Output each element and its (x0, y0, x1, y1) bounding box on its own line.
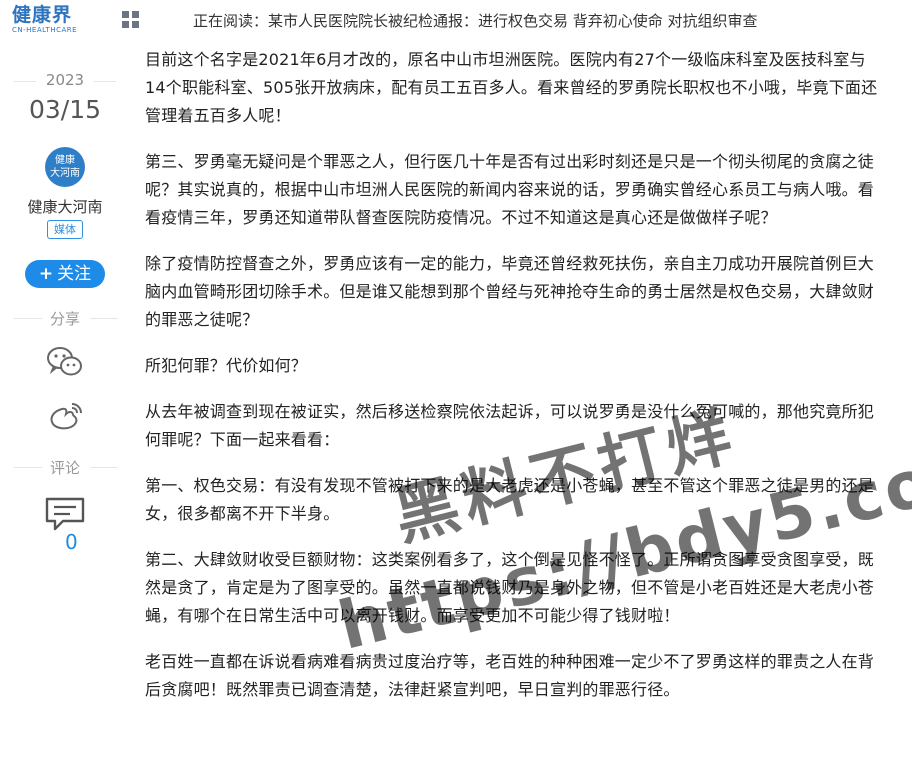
article-paragraph: 从去年被调查到现在被证实，然后移送检察院依法起诉，可以说罗勇是没什么冤可喊的，那… (145, 402, 875, 449)
article-paragraph: 第三、罗勇毫无疑问是个罪恶之人，但行医几十年是否有过出彩时刻还是只是一个彻头彻尾… (145, 152, 875, 227)
now-reading-bar: 正在阅读：某市人民医院院长被纪检通报：进行权色交易 背弃初心使命 对抗组织审查 (193, 10, 758, 31)
comment-label: 评论 (49, 459, 80, 477)
wechat-share-icon[interactable] (46, 345, 84, 379)
weibo-share-icon[interactable] (48, 400, 84, 432)
share-label: 分享 (49, 310, 80, 328)
publish-month-day: 03/15 (28, 95, 102, 124)
article-paragraph: 第一、权色交易：有没有发现不管被打下来的是大老虎还是小苍蝇，甚至不管这个罪恶之徒… (145, 476, 875, 523)
logo-sub-text: CN-HEALTHCARE (12, 26, 78, 34)
author-name[interactable]: 健康大河南 (0, 196, 130, 217)
comment-count[interactable]: 0 (65, 530, 78, 554)
comment-icon[interactable] (43, 495, 87, 535)
article-paragraph: 老百姓一直都在诉说看病难看病贵过度治疗等，老百姓的种种困难一定少不了罗勇这样的罪… (145, 652, 875, 699)
plus-icon: + (38, 264, 54, 284)
media-badge: 媒体 (47, 220, 83, 239)
avatar-text-bottom: 大河南 (50, 168, 80, 179)
avatar-text-top: 健康 (55, 155, 75, 166)
author-avatar[interactable]: 健康 大河南 (45, 147, 85, 187)
top-header: 健康界 CN-HEALTHCARE 正在阅读：某市人民医院院长被纪检通报：进行权… (0, 0, 912, 40)
article-paragraph: 第二、大肆敛财收受巨额财物：这类案例看多了，这个倒是见怪不怪了。正所谓贪图享受贪… (145, 550, 875, 625)
follow-button[interactable]: + 关注 (25, 260, 105, 288)
publish-year: 2023 (45, 71, 85, 89)
grid-menu-icon[interactable] (122, 11, 140, 29)
logo-main-text: 健康界 (12, 4, 73, 26)
now-reading-title[interactable]: 某市人民医院院长被纪检通报：进行权色交易 背弃初心使命 对抗组织审查 (268, 12, 758, 30)
site-logo[interactable]: 健康界 CN-HEALTHCARE (12, 4, 77, 35)
now-reading-prefix: 正在阅读： (193, 12, 269, 30)
article-paragraph: 目前这个名字是2021年6月才改的，原名中山市坦洲医院。医院内有27个一级临床科… (145, 50, 878, 125)
article-paragraph: 所犯何罪？代价如何？ (145, 356, 308, 375)
article-paragraph: 除了疫情防控督查之外，罗勇应该有一定的能力，毕竟还曾经救死扶伤，亲自主刀成功开展… (145, 254, 875, 329)
article-body: 目前这个名字是2021年6月才改的，原名中山市坦洲医院。医院内有27个一级临床科… (145, 40, 880, 704)
follow-label: 关注 (57, 264, 92, 284)
